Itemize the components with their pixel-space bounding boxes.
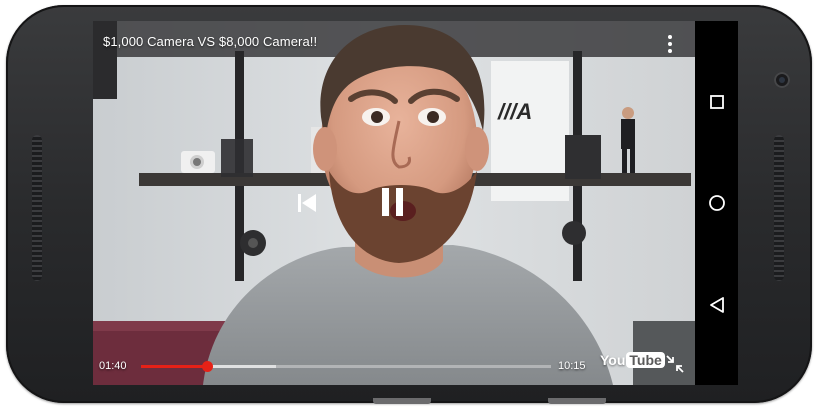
volume-button-edge (373, 398, 431, 404)
right-speaker-grille (774, 135, 784, 281)
youtube-logo[interactable]: You Tube (600, 352, 665, 368)
logo-you: You (600, 352, 626, 368)
skip-previous-icon[interactable] (296, 193, 318, 213)
android-nav-bar (695, 21, 738, 385)
current-time: 01:40 (99, 360, 127, 372)
left-speaker-grille (32, 135, 42, 281)
pause-icon[interactable] (381, 187, 405, 217)
home-circle-icon[interactable] (708, 194, 726, 212)
progress-bar[interactable] (141, 361, 551, 372)
video-player[interactable]: ///A $1,000 Camera VS $8,000 Camera!! 01… (93, 21, 695, 385)
recents-square-icon[interactable] (708, 93, 726, 111)
svg-text:///A: ///A (497, 99, 532, 124)
logo-tube: Tube (626, 352, 665, 368)
power-button-edge (548, 398, 606, 404)
screen: ///A $1,000 Camera VS $8,000 Camera!! 01… (93, 21, 738, 385)
scrubber-handle[interactable] (201, 361, 213, 372)
front-camera (774, 72, 790, 88)
more-vert-icon[interactable] (667, 34, 673, 54)
video-title: $1,000 Camera VS $8,000 Camera!! (103, 34, 318, 49)
progress-played (141, 365, 207, 368)
back-triangle-icon[interactable] (708, 296, 726, 314)
duration: 10:15 (558, 360, 586, 372)
exit-fullscreen-icon[interactable] (665, 354, 685, 374)
